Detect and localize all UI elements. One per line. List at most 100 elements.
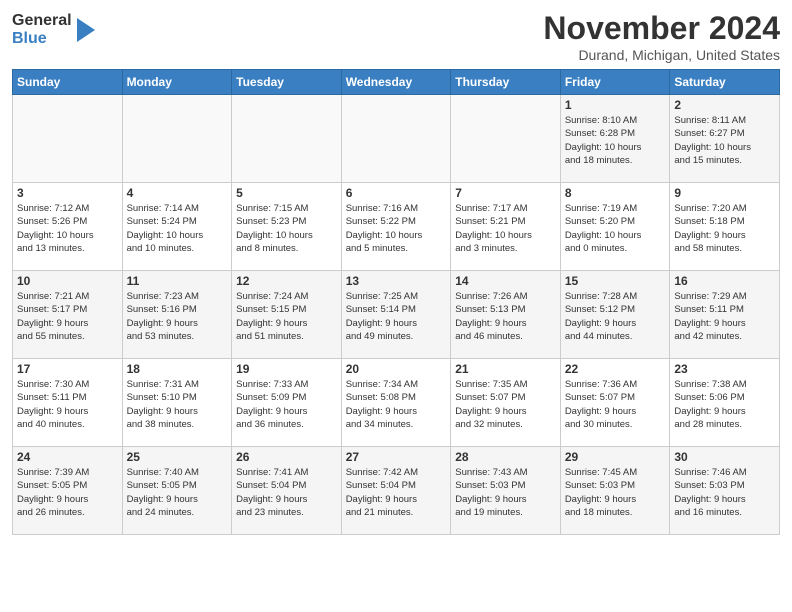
col-friday: Friday: [560, 70, 670, 95]
day-number: 10: [17, 274, 118, 288]
day-info: Sunrise: 7:30 AM Sunset: 5:11 PM Dayligh…: [17, 378, 118, 431]
day-info: Sunrise: 7:25 AM Sunset: 5:14 PM Dayligh…: [346, 290, 447, 343]
month-title: November 2024: [543, 10, 780, 47]
day-number: 24: [17, 450, 118, 464]
day-number: 12: [236, 274, 337, 288]
day-info: Sunrise: 7:43 AM Sunset: 5:03 PM Dayligh…: [455, 466, 556, 519]
page-container: General Blue November 2024 Durand, Michi…: [0, 0, 792, 540]
day-cell: 27 Sunrise: 7:42 AM Sunset: 5:04 PM Dayli…: [341, 447, 451, 535]
day-cell: 28 Sunrise: 7:43 AM Sunset: 5:03 PM Dayli…: [451, 447, 561, 535]
day-number: 5: [236, 186, 337, 200]
day-info: Sunrise: 7:33 AM Sunset: 5:09 PM Dayligh…: [236, 378, 337, 431]
day-number: 14: [455, 274, 556, 288]
day-cell: 17Sunrise: 7:30 AM Sunset: 5:11 PM Dayli…: [13, 359, 123, 447]
day-number: 2: [674, 98, 775, 112]
day-cell: 26 Sunrise: 7:41 AM Sunset: 5:04 PM Dayli…: [232, 447, 342, 535]
col-tuesday: Tuesday: [232, 70, 342, 95]
day-info: Sunrise: 7:35 AM Sunset: 5:07 PM Dayligh…: [455, 378, 556, 431]
day-info: Sunrise: 7:29 AM Sunset: 5:11 PM Dayligh…: [674, 290, 775, 343]
day-info: Sunrise: 7:24 AM Sunset: 5:15 PM Dayligh…: [236, 290, 337, 343]
day-cell: 9 Sunrise: 7:20 AM Sunset: 5:18 PM Daylig…: [670, 183, 780, 271]
day-cell: 23 Sunrise: 7:38 AM Sunset: 5:06 PM Dayli…: [670, 359, 780, 447]
day-number: 18: [127, 362, 228, 376]
day-number: 29: [565, 450, 666, 464]
day-info: Sunrise: 7:36 AM Sunset: 5:07 PM Dayligh…: [565, 378, 666, 431]
day-cell: [232, 95, 342, 183]
day-number: 16: [674, 274, 775, 288]
title-block: November 2024 Durand, Michigan, United S…: [543, 10, 780, 63]
day-info: Sunrise: 7:21 AM Sunset: 5:17 PM Dayligh…: [17, 290, 118, 343]
day-cell: 20Sunrise: 7:34 AM Sunset: 5:08 PM Dayli…: [341, 359, 451, 447]
day-cell: 5Sunrise: 7:15 AM Sunset: 5:23 PM Daylig…: [232, 183, 342, 271]
day-info: Sunrise: 7:42 AM Sunset: 5:04 PM Dayligh…: [346, 466, 447, 519]
week-row-3: 10 Sunrise: 7:21 AM Sunset: 5:17 PM Dayli…: [13, 271, 780, 359]
logo-general-text: General: [12, 12, 72, 30]
day-info: Sunrise: 7:19 AM Sunset: 5:20 PM Dayligh…: [565, 202, 666, 255]
day-cell: 22 Sunrise: 7:36 AM Sunset: 5:07 PM Dayli…: [560, 359, 670, 447]
day-info: Sunrise: 7:38 AM Sunset: 5:06 PM Dayligh…: [674, 378, 775, 431]
day-cell: 11 Sunrise: 7:23 AM Sunset: 5:16 PM Dayli…: [122, 271, 232, 359]
day-cell: 29 Sunrise: 7:45 AM Sunset: 5:03 PM Dayli…: [560, 447, 670, 535]
day-info: Sunrise: 7:41 AM Sunset: 5:04 PM Dayligh…: [236, 466, 337, 519]
day-number: 6: [346, 186, 447, 200]
day-cell: 14Sunrise: 7:26 AM Sunset: 5:13 PM Dayli…: [451, 271, 561, 359]
day-number: 4: [127, 186, 228, 200]
day-info: Sunrise: 7:20 AM Sunset: 5:18 PM Dayligh…: [674, 202, 775, 255]
day-number: 21: [455, 362, 556, 376]
day-cell: 12 Sunrise: 7:24 AM Sunset: 5:15 PM Dayli…: [232, 271, 342, 359]
location: Durand, Michigan, United States: [543, 47, 780, 63]
day-cell: 13Sunrise: 7:25 AM Sunset: 5:14 PM Dayli…: [341, 271, 451, 359]
day-info: Sunrise: 7:23 AM Sunset: 5:16 PM Dayligh…: [127, 290, 228, 343]
day-info: Sunrise: 7:45 AM Sunset: 5:03 PM Dayligh…: [565, 466, 666, 519]
header: General Blue November 2024 Durand, Michi…: [12, 10, 780, 63]
day-cell: [122, 95, 232, 183]
day-cell: 18 Sunrise: 7:31 AM Sunset: 5:10 PM Dayli…: [122, 359, 232, 447]
week-row-4: 17Sunrise: 7:30 AM Sunset: 5:11 PM Dayli…: [13, 359, 780, 447]
day-info: Sunrise: 7:17 AM Sunset: 5:21 PM Dayligh…: [455, 202, 556, 255]
day-number: 8: [565, 186, 666, 200]
day-info: Sunrise: 7:46 AM Sunset: 5:03 PM Dayligh…: [674, 466, 775, 519]
day-cell: 19 Sunrise: 7:33 AM Sunset: 5:09 PM Dayli…: [232, 359, 342, 447]
day-cell: 6 Sunrise: 7:16 AM Sunset: 5:22 PM Daylig…: [341, 183, 451, 271]
day-cell: 21 Sunrise: 7:35 AM Sunset: 5:07 PM Dayli…: [451, 359, 561, 447]
week-row-2: 3Sunrise: 7:12 AM Sunset: 5:26 PM Daylig…: [13, 183, 780, 271]
calendar-header-row: Sunday Monday Tuesday Wednesday Thursday…: [13, 70, 780, 95]
day-number: 26: [236, 450, 337, 464]
day-cell: 4 Sunrise: 7:14 AM Sunset: 5:24 PM Daylig…: [122, 183, 232, 271]
logo-blue-text: Blue: [12, 30, 72, 48]
day-number: 9: [674, 186, 775, 200]
day-info: Sunrise: 7:39 AM Sunset: 5:05 PM Dayligh…: [17, 466, 118, 519]
day-number: 11: [127, 274, 228, 288]
day-info: Sunrise: 7:16 AM Sunset: 5:22 PM Dayligh…: [346, 202, 447, 255]
day-number: 22: [565, 362, 666, 376]
day-cell: 25 Sunrise: 7:40 AM Sunset: 5:05 PM Dayli…: [122, 447, 232, 535]
day-number: 7: [455, 186, 556, 200]
day-info: Sunrise: 8:11 AM Sunset: 6:27 PM Dayligh…: [674, 114, 775, 167]
day-number: 25: [127, 450, 228, 464]
col-wednesday: Wednesday: [341, 70, 451, 95]
day-number: 20: [346, 362, 447, 376]
day-number: 28: [455, 450, 556, 464]
day-cell: 30Sunrise: 7:46 AM Sunset: 5:03 PM Dayli…: [670, 447, 780, 535]
day-cell: [341, 95, 451, 183]
logo-chevron-icon: [75, 14, 97, 46]
day-cell: 2 Sunrise: 8:11 AM Sunset: 6:27 PM Daylig…: [670, 95, 780, 183]
day-number: 15: [565, 274, 666, 288]
day-cell: 15 Sunrise: 7:28 AM Sunset: 5:12 PM Dayli…: [560, 271, 670, 359]
calendar-table: Sunday Monday Tuesday Wednesday Thursday…: [12, 69, 780, 535]
day-number: 23: [674, 362, 775, 376]
col-saturday: Saturday: [670, 70, 780, 95]
col-thursday: Thursday: [451, 70, 561, 95]
day-cell: 7 Sunrise: 7:17 AM Sunset: 5:21 PM Daylig…: [451, 183, 561, 271]
day-cell: 8 Sunrise: 7:19 AM Sunset: 5:20 PM Daylig…: [560, 183, 670, 271]
day-number: 27: [346, 450, 447, 464]
logo-combined: General Blue: [12, 12, 97, 49]
day-number: 1: [565, 98, 666, 112]
day-cell: 24 Sunrise: 7:39 AM Sunset: 5:05 PM Dayli…: [13, 447, 123, 535]
day-info: Sunrise: 7:31 AM Sunset: 5:10 PM Dayligh…: [127, 378, 228, 431]
day-number: 19: [236, 362, 337, 376]
day-info: Sunrise: 7:28 AM Sunset: 5:12 PM Dayligh…: [565, 290, 666, 343]
day-info: Sunrise: 7:40 AM Sunset: 5:05 PM Dayligh…: [127, 466, 228, 519]
day-cell: [451, 95, 561, 183]
day-info: Sunrise: 7:14 AM Sunset: 5:24 PM Dayligh…: [127, 202, 228, 255]
